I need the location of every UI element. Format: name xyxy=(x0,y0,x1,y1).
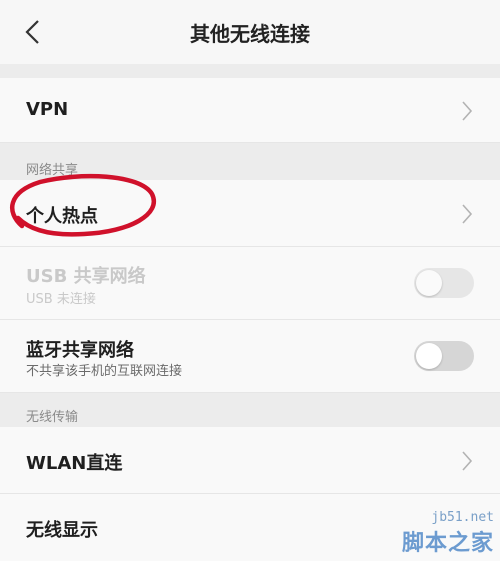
watermark-name: 脚本之家 xyxy=(401,531,494,556)
bluetooth-tethering-label: 蓝牙共享网络 xyxy=(26,340,134,361)
bluetooth-tethering-toggle[interactable] xyxy=(414,341,474,371)
wlan-direct-row[interactable]: WLAN直连 xyxy=(0,427,500,494)
hotspot-row[interactable]: 个人热点 xyxy=(0,180,500,247)
wlan-direct-label: WLAN直连 xyxy=(26,453,123,474)
bluetooth-status: 不共享该手机的互联网连接 xyxy=(26,364,183,379)
usb-tethering-row: USB 共享网络 USB 未连接 xyxy=(0,247,500,320)
toggle-knob xyxy=(416,343,442,369)
vpn-label: VPN xyxy=(26,99,69,120)
section-label: 网络共享 xyxy=(26,163,79,178)
chevron-right-icon xyxy=(460,203,474,225)
bluetooth-tethering-row[interactable]: 蓝牙共享网络 不共享该手机的互联网连接 xyxy=(0,320,500,393)
hotspot-label: 个人热点 xyxy=(26,206,98,227)
chevron-right-icon xyxy=(460,450,474,472)
toggle-knob xyxy=(416,270,442,296)
divider xyxy=(0,64,500,78)
section-header-network-sharing: 网络共享 xyxy=(0,143,500,180)
section-label: 无线传输 xyxy=(26,410,79,425)
watermark: jb51.net 脚本之家 xyxy=(402,510,494,557)
usb-tethering-label: USB 共享网络 xyxy=(26,266,146,287)
usb-tethering-toggle xyxy=(414,268,474,298)
page-title: 其他无线连接 xyxy=(190,22,310,46)
watermark-url: jb51.net xyxy=(431,510,494,525)
wireless-display-label: 无线显示 xyxy=(26,520,98,541)
section-header-wireless-transfer: 无线传输 xyxy=(0,393,500,427)
usb-status: USB 未连接 xyxy=(26,292,96,307)
chevron-right-icon xyxy=(460,100,474,122)
vpn-row[interactable]: VPN xyxy=(0,78,500,143)
title-bar: 其他无线连接 xyxy=(0,0,500,64)
